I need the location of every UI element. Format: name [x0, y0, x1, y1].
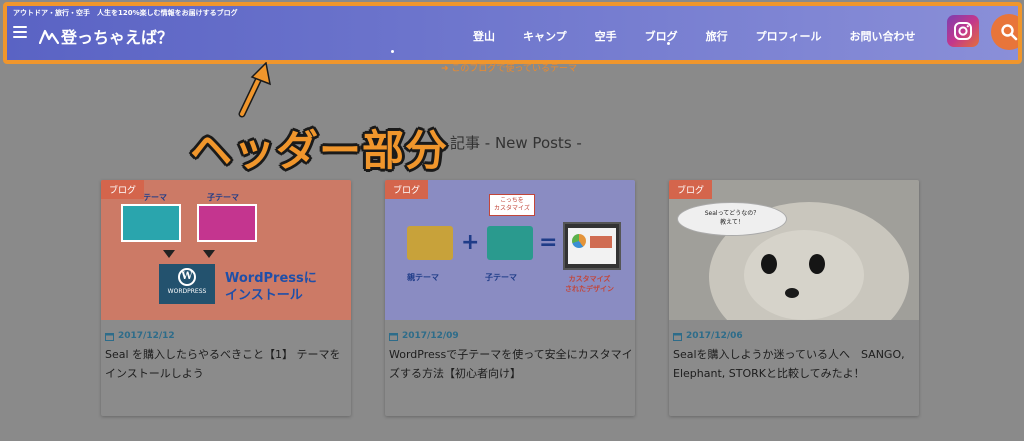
post-date-text: 2017/12/09 [402, 331, 459, 341]
thumb-bubble-text: こっちを カスタマイズ [494, 197, 530, 212]
thumb-child-label: 子テーマ [207, 193, 239, 202]
thumb-design-text: カスタマイズ されたデザイン [565, 275, 614, 293]
menu-icon[interactable] [13, 26, 27, 38]
section-title: 記事 - New Posts - [450, 134, 582, 152]
header-annotation: ヘッダー部分 [190, 126, 449, 175]
instagram-icon [954, 22, 972, 40]
post-thumbnail[interactable]: テーマ 子テーマ W WORDPRESS WordPressに インストール ブ… [101, 180, 351, 320]
global-nav: 登山 キャンプ 空手 ブログ 旅行 プロフィール お問い合わせ [473, 28, 943, 44]
nav-item-blog[interactable]: ブログ [645, 28, 678, 44]
thumb-parent-label: 親テーマ [407, 273, 439, 282]
parent-folder-icon [407, 226, 453, 260]
post-title[interactable]: WordPressで子テーマを使って安全にカスタマイズする方法【初心者向け】 [389, 345, 634, 383]
calendar-icon [105, 332, 114, 341]
instagram-button[interactable] [947, 15, 979, 47]
seal-face [744, 230, 864, 320]
nav-item-karate[interactable]: 空手 [595, 28, 617, 44]
post-date: 2017/12/06 [673, 331, 743, 341]
child-folder-icon [487, 226, 533, 260]
search-button[interactable] [991, 14, 1018, 50]
equals-sign: = [539, 230, 558, 255]
arrow-pointer-icon [238, 62, 271, 118]
thumb-bubble: こっちを カスタマイズ [489, 194, 535, 216]
thumb-parent-label: テーマ [143, 193, 167, 202]
seal-eye [809, 254, 825, 274]
post-date-text: 2017/12/12 [118, 331, 175, 341]
down-arrow-icon [203, 250, 215, 258]
nav-item-mountain[interactable]: 登山 [473, 28, 495, 44]
nav-item-travel[interactable]: 旅行 [706, 28, 728, 44]
category-badge[interactable]: ブログ [101, 180, 145, 199]
post-thumbnail[interactable]: Sealってどうなの？ 教えて！ ブログ [669, 180, 919, 320]
thought-cloud-text: Sealってどうなの？ 教えて！ [704, 210, 760, 226]
thumb-headline: WordPressに インストール [225, 270, 317, 304]
post-date: 2017/12/12 [105, 331, 175, 341]
site-tagline: アウトドア・旅行・空手 人生を120%楽しむ情報をお届けするブログ [13, 9, 238, 17]
thumb-child-box [197, 204, 257, 242]
search-icon [1001, 24, 1018, 41]
seal-eye [761, 254, 777, 274]
site-logo[interactable]: 登っちゃえば？ [39, 24, 173, 48]
down-arrow-icon [163, 250, 175, 258]
designed-screen-icon [563, 222, 621, 270]
site-header: アウトドア・旅行・空手 人生を120%楽しむ情報をお届けするブログ 登っちゃえば… [3, 2, 1022, 64]
category-badge[interactable]: ブログ [385, 180, 429, 199]
post-title[interactable]: Sealを購入しようか迷っている人へ SANGO, Elephant, STOR… [673, 345, 918, 383]
post-date-text: 2017/12/06 [686, 331, 743, 341]
decor-dot [391, 50, 394, 53]
thumb-design-label: カスタマイズ されたデザイン [565, 274, 614, 294]
thumb-headline-text: WordPressに インストール [225, 271, 317, 303]
calendar-icon [673, 332, 682, 341]
post-thumbnail[interactable]: + = 親テーマ 子テーマ こっちを カスタマイズ カスタマイズ されたデザイン… [385, 180, 635, 320]
post-card[interactable]: Sealってどうなの？ 教えて！ ブログ 2017/12/06 Sealを購入し… [669, 180, 919, 416]
post-title[interactable]: Seal を購入したらやるべきこと【1】 テーマをインストールしよう [105, 345, 350, 383]
logo-mountain-icon [39, 29, 59, 44]
wordpress-logo: W WORDPRESS [159, 264, 215, 304]
post-card[interactable]: テーマ 子テーマ W WORDPRESS WordPressに インストール ブ… [101, 180, 351, 416]
thought-cloud: Sealってどうなの？ 教えて！ [677, 202, 787, 236]
post-card[interactable]: + = 親テーマ 子テーマ こっちを カスタマイズ カスタマイズ されたデザイン… [385, 180, 635, 416]
wordpress-text: WORDPRESS [167, 288, 207, 295]
nav-item-camp[interactable]: キャンプ [523, 28, 567, 44]
post-date: 2017/12/09 [389, 331, 459, 341]
category-badge[interactable]: ブログ [669, 180, 713, 199]
theme-link[interactable]: ➜ このブログで使っているテーマ [441, 61, 577, 74]
nav-item-contact[interactable]: お問い合わせ [849, 28, 915, 44]
decor-dot [667, 42, 670, 45]
thumb-child-label: 子テーマ [485, 273, 517, 282]
logo-text: 登っちゃえば？ [61, 28, 174, 47]
plus-sign: + [461, 230, 480, 255]
thumb-parent-box [121, 204, 181, 242]
calendar-icon [389, 332, 398, 341]
seal-nose [785, 288, 799, 298]
wordpress-icon: W [178, 268, 196, 286]
nav-item-profile[interactable]: プロフィール [756, 28, 822, 44]
